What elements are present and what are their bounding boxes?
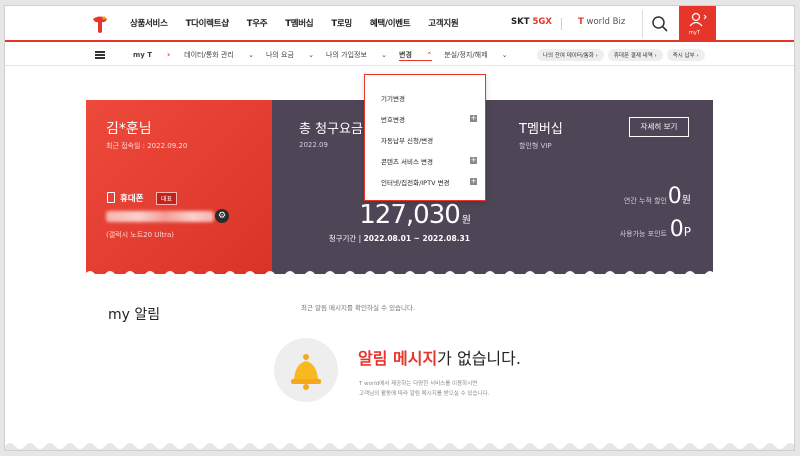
wave-divider-bottom [5, 443, 794, 450]
sub-nav-items: my T › 데이터/통화 관리 ⌄ 나의 요금 ⌄ 나의 가입정보 ⌄ 변경 … [133, 50, 520, 61]
my-alarm-desc: 최근 알림 메시지를 확인하실 수 있습니다. [301, 304, 416, 312]
myt-button[interactable]: myT [679, 6, 716, 42]
gnb-item-membership[interactable]: T멤버십 [285, 17, 313, 29]
chip-payment-history[interactable]: 휴대폰 결제 내역 › [607, 49, 663, 61]
world-biz-logo[interactable]: T world Biz [578, 17, 625, 27]
gnb-item-direct-shop[interactable]: T다이렉트샵 [186, 17, 229, 29]
subnav-item-data[interactable]: 데이터/통화 관리 ⌄ [184, 50, 254, 61]
skt-5gx-logo[interactable]: SKT 5GX [511, 17, 552, 27]
recent-login: 최근 접속일 : 2022.09.20 [106, 142, 188, 150]
search-icon[interactable] [650, 14, 670, 34]
detail-button[interactable]: 자세히 보기 [629, 117, 689, 137]
bill-amount[interactable]: 127,030 원 [359, 200, 471, 230]
membership-grade: 할인형 VIP [519, 142, 552, 150]
dropdown-item-autopay[interactable]: 자동납부 신청/변경 [381, 135, 433, 145]
dropdown-item-internet-iptv[interactable]: 인터넷/집전화/IPTV 변경 [381, 177, 450, 187]
expand-plus-icon[interactable]: + [470, 178, 477, 185]
bill-title: 총 청구요금 [299, 122, 363, 137]
bill-period: 청구기간 | 2022.08.01 ~ 2022.08.31 [328, 234, 470, 243]
wave-divider [5, 271, 794, 280]
browser-frame: 상품서비스 T다이렉트샵 T우주 T멤버십 T로밍 혜택/이벤트 고객지원 SK… [4, 5, 795, 451]
gnb-item-tuniverse[interactable]: T우주 [247, 17, 268, 29]
global-header: 상품서비스 T다이렉트샵 T우주 T멤버십 T로밍 혜택/이벤트 고객지원 SK… [5, 6, 794, 42]
membership-title: T멤버십 [519, 122, 563, 137]
tworld-logo[interactable] [91, 14, 109, 34]
chip-remaining-data[interactable]: 나의 잔여 데이터/통화 › [537, 49, 604, 61]
header-divider [642, 10, 643, 38]
header-divider [561, 18, 562, 30]
phone-label: 휴대폰 [120, 194, 144, 204]
myt-label: myT [689, 30, 700, 36]
subnav-item-lost[interactable]: 분실/정지/해제 ⌄ [444, 50, 507, 61]
user-icon [689, 12, 707, 27]
point-label: 사용가능 포인트 [619, 230, 667, 238]
dropdown-item-device-change[interactable]: 기기변경 [381, 93, 405, 103]
subnav-item-fees[interactable]: 나의 요금 ⌄ [266, 50, 314, 61]
user-panel: 김*훈님 최근 접속일 : 2022.09.20 휴대폰 대표 ⚙ (갤럭시 노… [86, 100, 272, 274]
gnb-item-events[interactable]: 혜택/이벤트 [370, 17, 411, 29]
bell-icon [291, 354, 321, 390]
my-alarm-title: my 알림 [108, 307, 161, 323]
chip-instant-pay[interactable]: 즉시 납부 › [666, 49, 705, 61]
subnav-item-change[interactable]: 변경 ⌃ [399, 50, 433, 61]
hamburger-menu-icon[interactable] [95, 51, 105, 59]
expand-plus-icon[interactable]: + [470, 157, 477, 164]
quick-chips: 나의 잔여 데이터/통화 › 휴대폰 결제 내역 › 즉시 납부 › [537, 49, 705, 61]
discount-label: 연간 누적 할인 [623, 197, 667, 205]
change-dropdown-menu: 기기변경 번호변경 + 자동납부 신청/변경 콘텐츠 서비스 변경 + 인터넷/… [364, 74, 486, 201]
point-value: 0P [669, 217, 691, 242]
subnav-myt-home[interactable]: my T › [133, 50, 170, 61]
expand-plus-icon[interactable]: + [470, 115, 477, 122]
gear-icon[interactable]: ⚙ [215, 209, 229, 223]
membership-panel: T멤버십 할인형 VIP 자세히 보기 연간 누적 할인 0원 사용가능 포인트… [492, 100, 713, 274]
subnav-item-subscription[interactable]: 나의 가입정보 ⌄ [326, 50, 387, 61]
rep-badge: 대표 [156, 192, 178, 205]
discount-value: 0원 [667, 184, 691, 209]
gnb-item-products[interactable]: 상품서비스 [130, 17, 168, 29]
bill-month: 2022.09 [299, 141, 328, 149]
bell-icon-wrap [274, 338, 338, 402]
empty-message: 알림 메시지가 없습니다. [358, 349, 521, 368]
phone-icon [107, 192, 115, 203]
global-nav: 상품서비스 T다이렉트샵 T우주 T멤버십 T로밍 혜택/이벤트 고객지원 [130, 17, 476, 29]
masked-phone-number [106, 211, 214, 222]
sub-nav: my T › 데이터/통화 관리 ⌄ 나의 요금 ⌄ 나의 가입정보 ⌄ 변경 … [5, 44, 794, 66]
empty-sub-line2: 고객님의 활동에 따라 알림 메시지를 받으실 수 있습니다. [359, 391, 490, 397]
dropdown-item-number-change[interactable]: 번호변경 [381, 114, 405, 124]
empty-sub-line1: T world에서 제공하는 다양한 서비스를 이용하시면 [359, 381, 478, 387]
dropdown-item-content-service[interactable]: 콘텐츠 서비스 변경 [381, 156, 433, 166]
gnb-item-roaming[interactable]: T로밍 [331, 17, 352, 29]
device-model: (갤럭시 노트20 Ultra) [106, 231, 174, 239]
gnb-item-support[interactable]: 고객지원 [428, 17, 458, 29]
user-name: 김*훈님 [106, 121, 152, 137]
